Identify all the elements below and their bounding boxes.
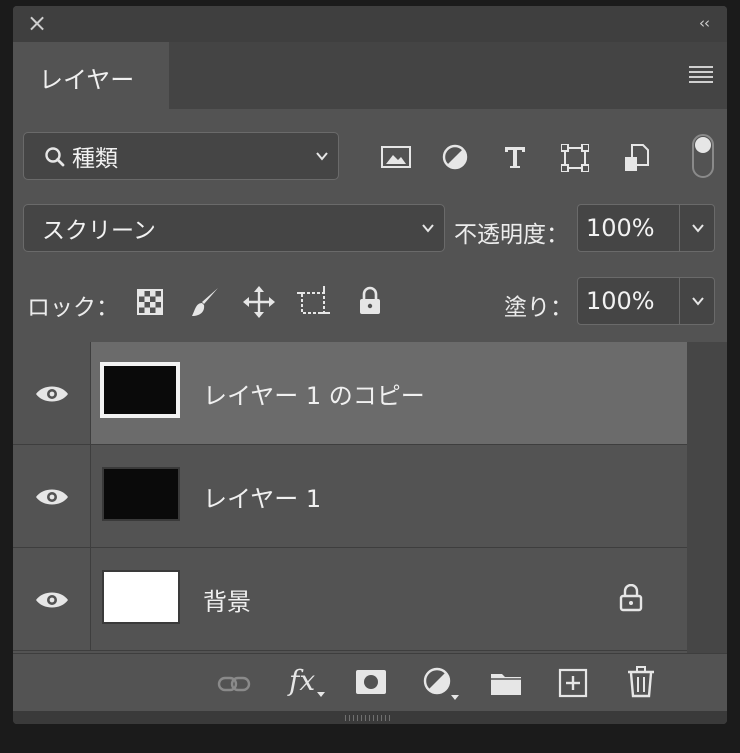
chevron-down-icon[interactable] — [690, 220, 706, 236]
fill-value: 100% — [586, 287, 655, 315]
layer-row[interactable]: レイヤー 1 — [13, 445, 687, 548]
smart-object-filter-icon[interactable] — [624, 143, 650, 173]
close-icon[interactable]: × — [27, 11, 47, 35]
lock-icon[interactable] — [619, 584, 643, 612]
eye-icon — [36, 489, 68, 505]
layers-footer: fx — [13, 653, 727, 712]
layers-list: レイヤー 1 のコピー レイヤー 1 背景 — [13, 342, 687, 654]
resize-grip[interactable] — [13, 711, 727, 724]
fx-label: fx — [289, 664, 316, 697]
visibility-toggle[interactable] — [13, 445, 91, 547]
link-layers-icon[interactable] — [217, 674, 251, 694]
tab-label: レイヤー — [39, 66, 135, 94]
panel-menu-icon[interactable] — [689, 66, 713, 84]
shape-filter-icon[interactable] — [561, 144, 589, 172]
filter-toggle-icon[interactable] — [692, 134, 714, 178]
fill-field[interactable]: 100% — [577, 277, 715, 325]
layer-thumbnail — [102, 467, 180, 521]
opacity-field[interactable]: 100% — [577, 204, 715, 252]
lock-position-icon[interactable] — [243, 286, 275, 318]
blend-mode-value: スクリーン — [42, 218, 156, 244]
layer-content[interactable]: レイヤー 1 のコピー — [91, 342, 687, 444]
panel-titlebar: × ‹‹ — [13, 6, 727, 42]
adjustment-filter-icon[interactable] — [442, 144, 468, 170]
layer-content[interactable]: 背景 — [91, 548, 687, 650]
blend-mode-dropdown[interactable]: スクリーン — [23, 204, 445, 252]
layer-content[interactable]: レイヤー 1 — [91, 445, 687, 547]
lock-all-icon[interactable] — [357, 286, 383, 316]
lock-transparent-pixels-icon[interactable] — [137, 289, 163, 315]
tab-layers[interactable]: レイヤー — [13, 42, 169, 109]
layers-scrollbar[interactable] — [687, 342, 727, 654]
chevron-down-icon — [422, 224, 434, 233]
layer-row[interactable]: レイヤー 1 のコピー — [13, 342, 687, 445]
new-adjustment-icon[interactable] — [423, 667, 463, 703]
lock-label: ロック： — [27, 295, 119, 321]
search-icon — [45, 147, 65, 167]
chevron-down-icon — [316, 152, 328, 161]
visibility-toggle[interactable] — [13, 548, 91, 650]
lock-artboard-icon[interactable] — [297, 286, 331, 318]
opacity-value: 100% — [586, 214, 655, 242]
layer-name: レイヤー 1 のコピー — [203, 382, 425, 410]
filter-kind-label: 種類 — [72, 146, 118, 172]
layer-row[interactable]: 背景 — [13, 548, 687, 651]
collapse-icon[interactable]: ‹‹ — [699, 15, 710, 31]
fill-label: 塗り： — [504, 295, 573, 321]
filter-kind-dropdown[interactable]: 種類 — [23, 132, 339, 180]
chevron-down-icon[interactable] — [690, 293, 706, 309]
tab-row: レイヤー — [13, 42, 727, 109]
pixel-filter-icon[interactable] — [381, 146, 411, 168]
new-group-icon[interactable] — [490, 670, 522, 696]
layer-name: 背景 — [203, 588, 251, 616]
layer-name: レイヤー 1 — [203, 485, 322, 513]
opacity-label: 不透明度： — [454, 222, 569, 248]
add-mask-icon[interactable] — [355, 669, 387, 695]
lock-image-pixels-icon[interactable] — [190, 286, 220, 318]
eye-icon — [36, 592, 68, 608]
eye-icon — [36, 386, 68, 402]
layer-thumbnail — [100, 362, 180, 418]
new-layer-icon[interactable] — [558, 668, 588, 698]
layers-panel: × ‹‹ レイヤー 種類 スクリーン 不透明度： 100% ロック： 塗り： 1… — [13, 6, 727, 724]
visibility-toggle[interactable] — [13, 342, 91, 444]
layer-thumbnail — [102, 570, 180, 624]
fx-icon[interactable]: fx — [287, 664, 327, 700]
delete-layer-icon[interactable] — [627, 666, 655, 698]
type-filter-icon[interactable] — [503, 145, 527, 169]
